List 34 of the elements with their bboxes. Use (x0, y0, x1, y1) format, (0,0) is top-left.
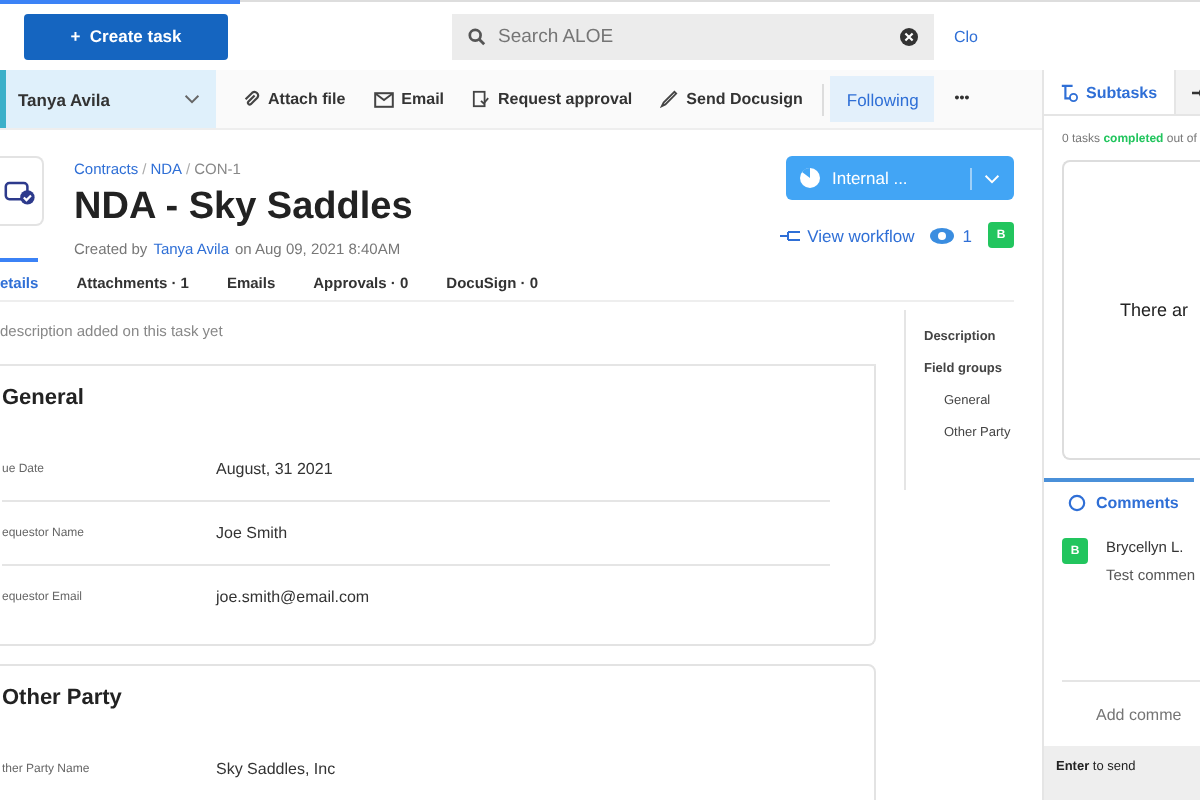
toolbar-action-button[interactable]: Attach file (228, 90, 360, 108)
toolbar-action-button[interactable]: Request approval (458, 90, 647, 108)
field-value: Sky Saddles, Inc (216, 760, 336, 778)
chevron-down-icon (184, 94, 200, 104)
paperclip-icon (242, 90, 260, 108)
toolbar-action-button[interactable]: Email (359, 90, 459, 108)
chat-icon (1068, 493, 1086, 511)
field-value: Joe Smith (216, 524, 288, 542)
pie-icon (800, 168, 820, 188)
search-field[interactable]: Search ALOE (498, 13, 888, 59)
view-workflow-link[interactable]: View workflow (779, 225, 915, 245)
watcher-count: 1 (962, 225, 972, 245)
subtasks-icon (1060, 83, 1078, 101)
document-check-icon (472, 90, 491, 108)
assignee-select[interactable]: Tanya Avila (0, 70, 216, 128)
comments-tab[interactable]: Comments (1044, 478, 1194, 522)
chevron-down-icon (984, 173, 1000, 183)
eye-icon (930, 227, 955, 243)
field-group-title: Other Party (2, 684, 124, 714)
create-task-button[interactable]: + Create task (24, 13, 228, 59)
field-value: August, 31 2021 (216, 460, 333, 478)
toolbar-action-button[interactable]: Send Docusign (646, 90, 817, 108)
field-value: joe.smith@email.com (216, 588, 370, 606)
following-button[interactable]: Following (830, 76, 935, 122)
search-bar[interactable]: Search ALOE (452, 13, 934, 59)
task-title: NDA - Sky Saddles (74, 186, 415, 230)
field-group-title: General (2, 384, 86, 414)
close-link[interactable]: Clo (954, 27, 979, 45)
empty-message: There ar (1120, 300, 1189, 320)
clear-icon[interactable] (900, 27, 918, 45)
search-icon (468, 27, 486, 45)
envelope-icon (373, 91, 394, 107)
workflow-icon (779, 227, 800, 243)
pen-icon (660, 90, 679, 108)
